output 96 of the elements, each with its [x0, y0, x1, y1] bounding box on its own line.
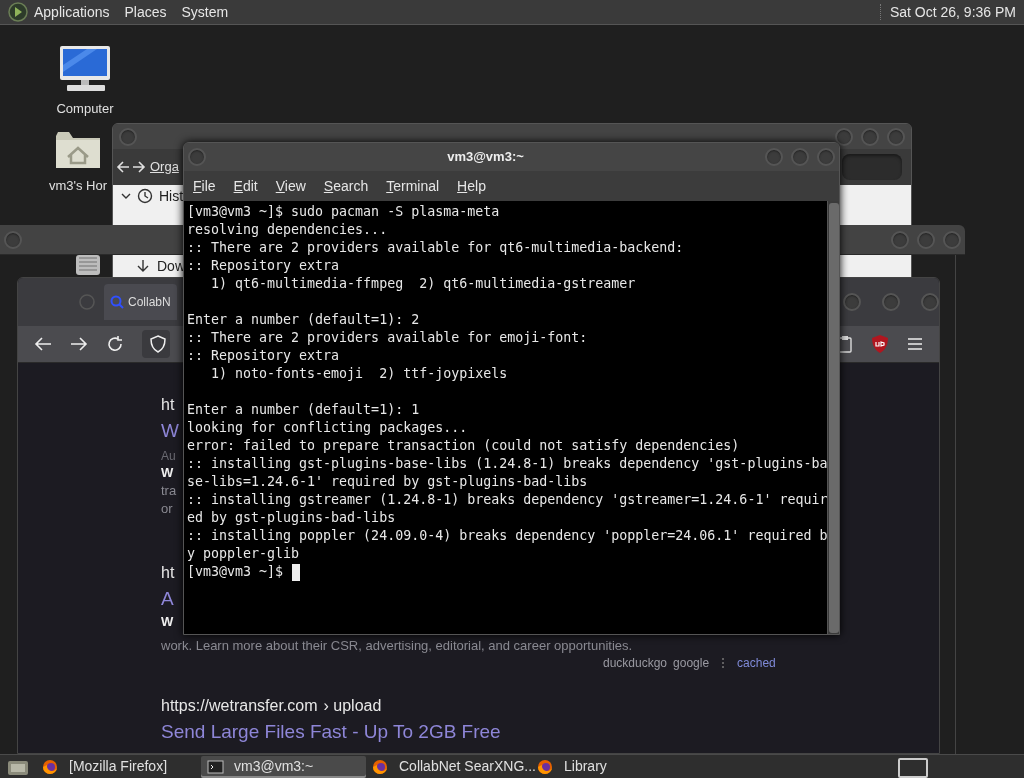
sidebar-item[interactable]: Hist — [159, 185, 184, 207]
menu-item[interactable]: Edit — [233, 175, 258, 197]
terminal-line: se-libs=1.24.6-1' required by gst-plugins-bad-libs — [187, 473, 588, 491]
window-button[interactable] — [765, 148, 783, 166]
terminal-line: [vm3@vm3 ~]$ — [187, 563, 284, 581]
terminal-line: error: failed to prepare transaction (could not satisfy dependencies) — [187, 437, 740, 455]
terminal-line: :: installing gst-plugins-base-libs (1.24.8-1) breaks dependency 'gst-plugins-ba — [187, 455, 828, 473]
window-button[interactable] — [887, 127, 905, 146]
terminal-line: [vm3@vm3 ~]$ sudo pacman -S plasma-meta — [187, 203, 500, 221]
firefox-icon — [372, 758, 389, 775]
result-url[interactable]: ht — [161, 393, 175, 417]
computer-icon — [57, 45, 113, 93]
result-meta: Au — [161, 449, 176, 464]
menu-icon[interactable] — [907, 337, 923, 351]
address-bar[interactable] — [142, 330, 170, 358]
reload-icon[interactable] — [106, 335, 124, 353]
window-button[interactable] — [843, 293, 861, 311]
engine-label: google — [673, 655, 710, 672]
window-button[interactable] — [882, 293, 900, 311]
window-button[interactable] — [817, 148, 835, 166]
terminal-line: :: Repository extra — [187, 347, 340, 365]
terminal-line: :: There are 2 providers available for qt6-multimedia-backend: — [187, 239, 684, 257]
panel-menu[interactable]: System — [181, 1, 229, 23]
window-button[interactable] — [835, 127, 853, 146]
back-arrow-icon[interactable] — [34, 336, 52, 352]
back-arrow-icon[interactable] — [116, 160, 130, 175]
menu-item[interactable]: Search — [323, 175, 369, 197]
terminal-line: y poppler-glib — [187, 545, 300, 563]
firefox-icon — [42, 758, 59, 775]
terminal-line: resolving dependencies... — [187, 221, 388, 239]
result-url[interactable]: ht — [161, 561, 175, 585]
clock[interactable]: Sat Oct 26, 9:36 PM — [889, 1, 1016, 23]
result-title-link[interactable]: W — [161, 417, 179, 445]
panel-menu[interactable]: Applications — [34, 1, 110, 23]
window-button[interactable] — [188, 148, 206, 166]
search-field[interactable] — [842, 154, 902, 181]
taskbar-item[interactable]: [Mozilla Firefox] — [36, 755, 201, 778]
terminal-line: looking for conflicting packages... — [187, 419, 468, 437]
window-button[interactable] — [791, 148, 809, 166]
result-snippet: or — [161, 500, 173, 518]
window-button[interactable] — [4, 230, 22, 249]
terminal-line: Enter a number (default=1): 1 — [187, 401, 420, 419]
terminal-line: Enter a number (default=1): 2 — [187, 311, 420, 329]
terminal-line: 1) qt6-multimedia-ffmpeg 2) qt6-multimedia-gstreamer — [210, 275, 636, 293]
download-arrow-icon — [135, 258, 151, 274]
result-snippet: tra — [161, 482, 177, 500]
desktop-icon-label[interactable]: Computer — [56, 99, 114, 119]
result-title-link[interactable]: A — [161, 585, 174, 613]
desktop-icon-label[interactable]: vm3's Hor — [48, 176, 108, 196]
shield-icon — [150, 335, 166, 353]
result-snippet: W — [161, 613, 174, 631]
taskbar-item[interactable]: vm3@vm3:~ — [201, 755, 366, 778]
text-cursor — [292, 563, 301, 581]
clock-icon — [137, 188, 153, 204]
window-button[interactable] — [921, 293, 939, 311]
searxng-icon — [110, 295, 124, 309]
terminal-line: 1) noto-fonts-emoji 2) ttf-joypixels — [210, 365, 508, 383]
scrollbar[interactable] — [827, 201, 839, 634]
organize-menu[interactable]: Orga — [150, 157, 179, 177]
firefox-icon — [537, 758, 554, 775]
menu-item[interactable]: Terminal — [386, 175, 440, 197]
firefox-view-icon[interactable] — [78, 293, 96, 311]
result-url[interactable]: https://wetransfer.com — [161, 694, 318, 718]
browser-tab[interactable]: CollabN — [104, 284, 177, 320]
window-button[interactable] — [119, 127, 137, 146]
window-title: vm3@vm3:~ — [447, 148, 524, 167]
result-path: › upload — [323, 696, 382, 716]
terminal-line: :: Repository extra — [187, 257, 340, 275]
more-dots-icon — [721, 657, 726, 669]
terminal-line: ed by gst-plugins-bad-libs — [187, 509, 396, 527]
menu-item[interactable]: View — [275, 175, 306, 197]
engine-label: duckduckgo — [603, 655, 668, 672]
window-button[interactable] — [861, 127, 879, 146]
window-button[interactable] — [917, 230, 935, 249]
cached-link[interactable]: cached — [737, 654, 776, 672]
terminal-icon — [207, 758, 224, 775]
menu-item[interactable]: File — [193, 175, 216, 197]
terminal-line: :: installing poppler (24.09.0-4) breaks dependency 'poppler=24.06.1' required b — [187, 527, 828, 545]
result-snippet: work. Learn more about their CSR, advertising, editorial, and career opportunities. — [161, 637, 633, 655]
workspace-switcher[interactable] — [898, 757, 928, 778]
terminal-line: :: installing gstreamer (1.24.8-1) breaks dependency 'gstreamer=1.24.6-1' requir — [187, 491, 828, 509]
trash-can-icon — [75, 255, 101, 275]
distro-logo-icon — [8, 2, 28, 22]
window-button[interactable] — [891, 230, 909, 249]
forward-arrow-icon[interactable] — [70, 336, 88, 352]
menu-item[interactable]: Help — [457, 175, 486, 197]
result-title-link[interactable]: Send Large Files Fast - Up To 2GB Free — [161, 718, 501, 746]
ublock-icon[interactable] — [871, 334, 889, 354]
chevron-down-icon — [121, 192, 131, 200]
forward-arrow-icon[interactable] — [132, 160, 146, 175]
result-snippet: W — [161, 464, 174, 482]
home-folder-icon — [55, 130, 101, 170]
panel-menu[interactable]: Places — [124, 1, 167, 23]
window-button[interactable] — [943, 230, 961, 249]
terminal-line: :: There are 2 providers available for emoji-font: — [187, 329, 588, 347]
clipboard-icon[interactable] — [837, 335, 853, 353]
